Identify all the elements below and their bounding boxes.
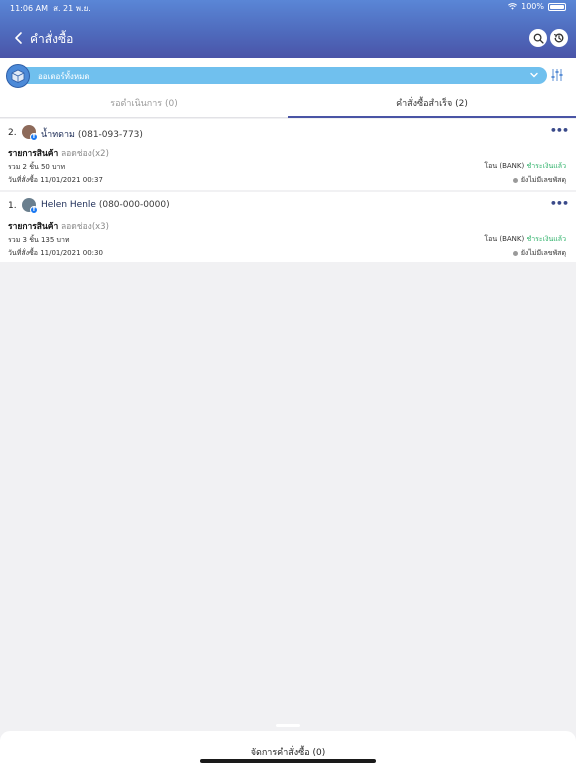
order-date: วันที่สั่งซื้อ 11/01/2021 00:30 [8, 249, 103, 257]
more-options-button[interactable]: ••• [550, 197, 569, 210]
history-icon [553, 33, 564, 43]
tracking-status: ยังไม่มีเลขพัสดุ [512, 248, 566, 259]
order-items: รายการสินค้า ลอดช่อง(x2) [8, 146, 109, 160]
tracking-text: ยังไม่มีเลขพัสดุ [520, 249, 566, 257]
wifi-icon [508, 3, 518, 10]
box-icon [6, 64, 30, 88]
order-items: รายการสินค้า ลอดช่อง(x3) [8, 219, 109, 233]
customer-phone: (080-000-0000) [98, 200, 170, 210]
payment-method: โอน (BANK) [484, 235, 525, 243]
status-bar: 11:06 AM ส. 21 พ.ย. 100% [0, 0, 576, 14]
tracking-status: ยังไม่มีเลขพัสดุ [512, 175, 566, 186]
facebook-icon: f [30, 206, 38, 214]
order-tabs: รอดำเนินการ (0) คำสั่งซื้อสำเร็จ (2) [0, 94, 576, 118]
more-options-button[interactable]: ••• [550, 124, 569, 137]
customer-phone: (081-093-773) [77, 130, 143, 140]
tracking-text: ยังไม่มีเลขพัสดุ [520, 176, 566, 184]
items-value: ลอดช่อง(x2) [60, 149, 109, 159]
payment-info: โอน (BANK) ชำระเงินแล้ว [484, 161, 566, 172]
back-button[interactable] [14, 28, 30, 48]
battery-percent: 100% [521, 2, 544, 11]
customer-info: น้ำทดาม (081-093-773) [41, 127, 143, 141]
payment-status: ชำระเงินแล้ว [526, 235, 566, 243]
payment-info: โอน (BANK) ชำระเงินแล้ว [484, 234, 566, 245]
order-number: 2. [8, 128, 17, 138]
tab-completed[interactable]: คำสั่งซื้อสำเร็จ (2) [288, 94, 576, 118]
customer-name: Helen Henle [41, 200, 96, 210]
order-card[interactable]: 2. f น้ำทดาม (081-093-773) ••• รายการสิน… [0, 119, 576, 190]
sheet-grabber[interactable] [276, 724, 300, 727]
search-icon [533, 33, 544, 44]
items-label: รายการสินค้า [8, 222, 59, 232]
order-total: รวม 3 ชิ้น 135 บาท [8, 236, 70, 244]
tab-pending[interactable]: รอดำเนินการ (0) [0, 94, 288, 118]
order-filter-label: ออเดอร์ทั้งหมด [38, 72, 90, 81]
sliders-icon [551, 69, 563, 81]
app-header: 11:06 AM ส. 21 พ.ย. 100% คำสั่งซื้อ [0, 0, 576, 58]
order-card[interactable]: 1. f Helen Henle (080-000-0000) ••• รายก… [0, 192, 576, 262]
status-right: 100% [508, 2, 566, 11]
status-dot-icon [512, 251, 518, 256]
payment-status: ชำระเงินแล้ว [526, 162, 566, 170]
payment-method: โอน (BANK) [484, 162, 525, 170]
home-indicator [200, 759, 376, 763]
items-value: ลอดช่อง(x3) [60, 222, 109, 232]
history-button[interactable] [550, 29, 568, 47]
page-title: คำสั่งซื้อ [30, 32, 74, 46]
chevron-left-icon [15, 32, 22, 44]
manage-orders-button[interactable]: จัดการคำสั่งซื้อ (0) [0, 745, 576, 759]
customer-name: น้ำทดาม [41, 130, 75, 140]
chevron-down-icon [530, 72, 538, 78]
order-filter-dropdown[interactable]: ออเดอร์ทั้งหมด [24, 67, 547, 84]
order-number: 1. [8, 201, 17, 211]
battery-icon [548, 2, 566, 11]
facebook-icon: f [30, 133, 38, 141]
order-total: รวม 2 ชิ้น 50 บาท [8, 163, 66, 171]
customer-info: Helen Henle (080-000-0000) [41, 200, 170, 210]
status-time: 11:06 AM ส. 21 พ.ย. [10, 4, 91, 13]
order-date: วันที่สั่งซื้อ 11/01/2021 00:37 [8, 176, 103, 184]
items-label: รายการสินค้า [8, 149, 59, 159]
search-button[interactable] [529, 29, 547, 47]
status-dot-icon [512, 178, 518, 183]
filter-settings-button[interactable] [550, 67, 564, 83]
